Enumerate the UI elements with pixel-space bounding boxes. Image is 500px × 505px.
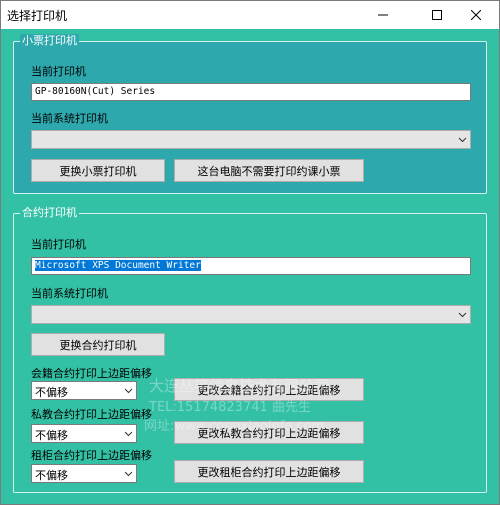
client-area: 小票打印机 当前打印机 GP-80160N(Cut) Series 当前系统打印… [1, 29, 499, 504]
membership-offset-label: 会籍合约打印上边距偏移 [31, 367, 152, 380]
maximize-icon [432, 10, 442, 20]
change-receipt-printer-button[interactable]: 更换小票打印机 [31, 159, 165, 182]
private-coaching-offset-label: 私教合约打印上边距偏移 [31, 408, 152, 421]
chevron-down-icon [124, 431, 133, 437]
receipt-current-printer-value: GP-80160N(Cut) Series [35, 86, 156, 97]
receipt-printer-group: 小票打印机 当前打印机 GP-80160N(Cut) Series 当前系统打印… [13, 34, 487, 194]
change-locker-offset-button[interactable]: 更改租柜合约打印上边距偏移 [174, 460, 364, 483]
chevron-down-icon [458, 137, 467, 143]
no-receipt-print-button[interactable]: 这台电脑不需要打印约课小票 [174, 159, 364, 182]
close-button[interactable] [453, 1, 499, 29]
contract-current-printer-value: Microsoft XPS Document Writer [35, 260, 201, 271]
contract-current-printer-field[interactable]: Microsoft XPS Document Writer [31, 257, 471, 275]
minimize-icon [378, 14, 388, 16]
contract-group-title: 合约打印机 [20, 206, 79, 220]
chevron-down-icon [124, 471, 133, 477]
change-membership-offset-button[interactable]: 更改会籍合约打印上边距偏移 [174, 378, 364, 401]
contract-printer-group: 合约打印机 当前打印机 Microsoft XPS Document Write… [13, 206, 487, 493]
locker-offset-label: 租柜合约打印上边距偏移 [31, 449, 152, 462]
window-title: 选择打印机 [7, 9, 68, 23]
change-contract-printer-button[interactable]: 更换合约打印机 [31, 333, 165, 356]
membership-offset-value: 不偏移 [35, 386, 68, 399]
private-coaching-offset-select[interactable]: 不偏移 [31, 424, 137, 443]
chevron-down-icon [124, 388, 133, 394]
receipt-system-printer-select[interactable] [31, 130, 471, 149]
membership-offset-select[interactable]: 不偏移 [31, 381, 137, 400]
receipt-system-printer-label: 当前系统打印机 [31, 112, 108, 125]
close-icon [471, 10, 481, 20]
contract-current-printer-label: 当前打印机 [31, 238, 86, 251]
receipt-current-printer-field[interactable]: GP-80160N(Cut) Series [31, 83, 471, 101]
minimize-button[interactable] [360, 1, 406, 29]
locker-offset-select[interactable]: 不偏移 [31, 464, 137, 483]
chevron-down-icon [458, 312, 467, 318]
private-coaching-offset-value: 不偏移 [35, 429, 68, 442]
contract-system-printer-label: 当前系统打印机 [31, 287, 108, 300]
change-private-coaching-offset-button[interactable]: 更改私教合约打印上边距偏移 [174, 421, 364, 444]
locker-offset-value: 不偏移 [35, 469, 68, 482]
title-bar[interactable]: 选择打印机 [1, 1, 499, 29]
receipt-current-printer-label: 当前打印机 [31, 65, 86, 78]
printer-select-window: 选择打印机 小票打印机 当前打印机 GP-80160N(Cut) Series … [0, 0, 500, 505]
contract-system-printer-select[interactable] [31, 305, 471, 324]
receipt-group-title: 小票打印机 [20, 34, 79, 48]
